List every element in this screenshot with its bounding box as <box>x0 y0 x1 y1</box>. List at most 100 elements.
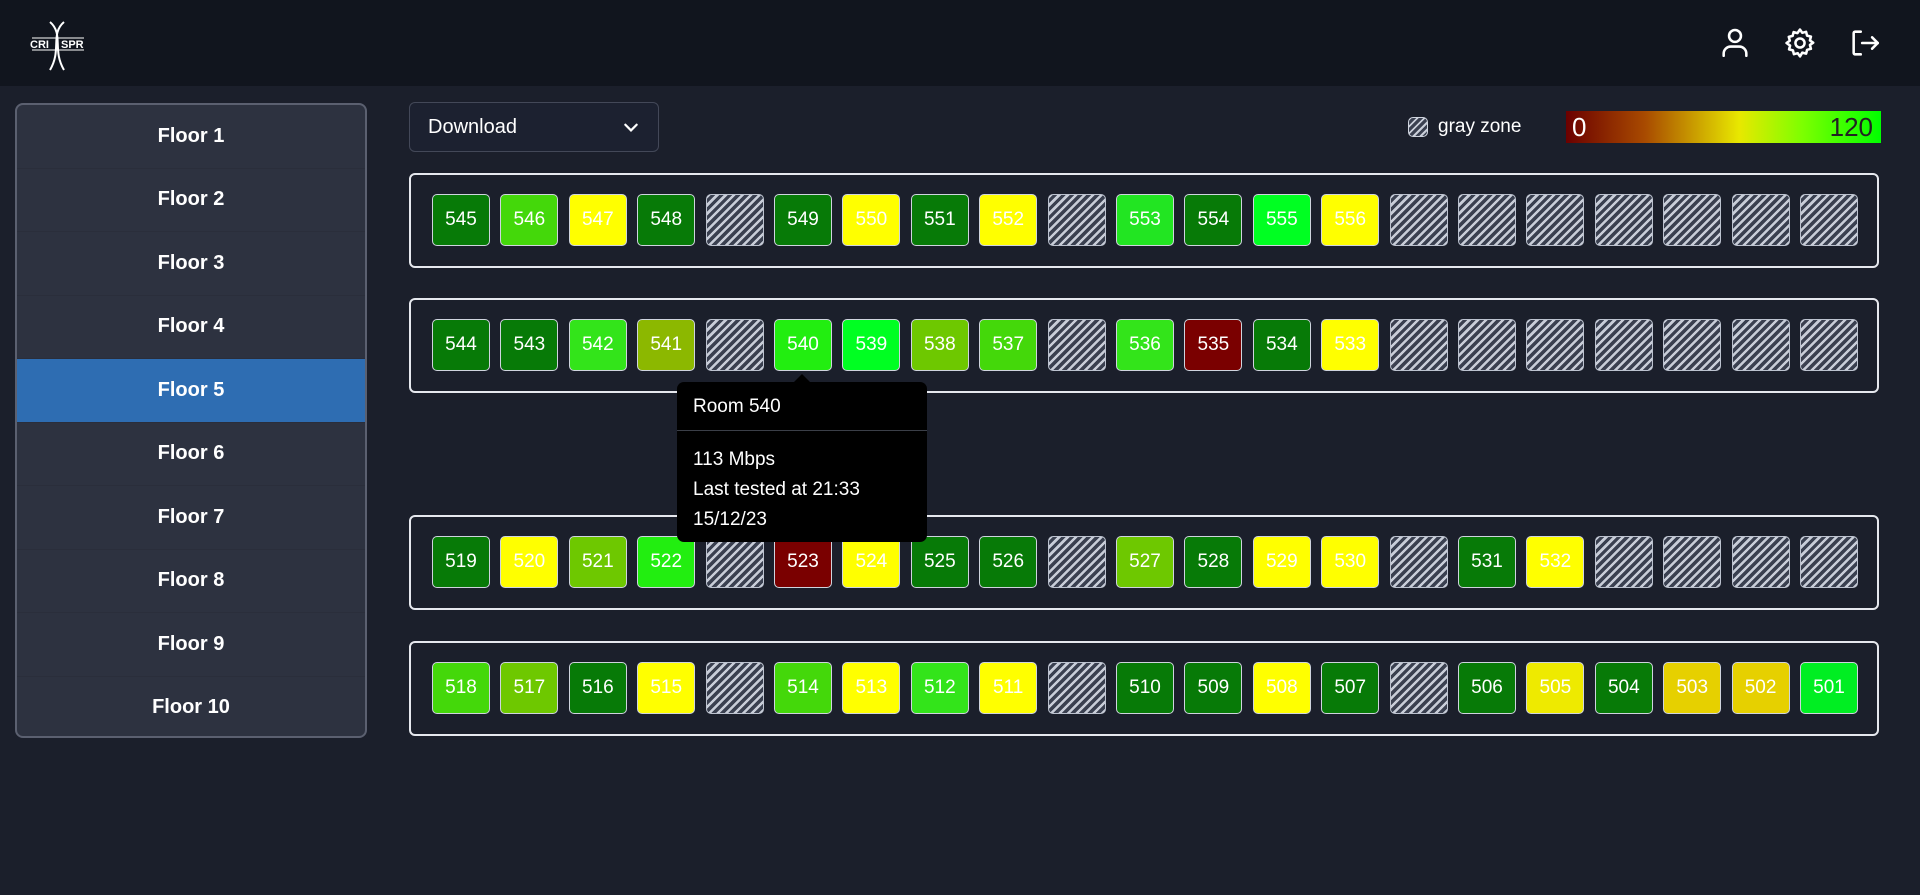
gray-zone-cell[interactable] <box>1047 194 1106 246</box>
room-510[interactable]: 510 <box>1116 662 1174 714</box>
sidebar-item-floor-4[interactable]: Floor 4 <box>17 296 365 359</box>
room-553[interactable]: 553 <box>1116 194 1174 246</box>
gray-zone-cell[interactable] <box>1800 194 1858 246</box>
gray-zone-cell[interactable] <box>1663 319 1722 371</box>
gray-zone-cell[interactable] <box>1663 194 1722 246</box>
gray-zone-cell[interactable] <box>1800 319 1858 371</box>
room-512[interactable]: 512 <box>910 662 969 714</box>
gray-zone-cell[interactable] <box>1526 194 1585 246</box>
room-528[interactable]: 528 <box>1184 536 1243 588</box>
room-505[interactable]: 505 <box>1526 662 1585 714</box>
room-508[interactable]: 508 <box>1252 662 1311 714</box>
sidebar-item-floor-7[interactable]: Floor 7 <box>17 486 365 550</box>
metric-dropdown[interactable]: Download <box>409 102 659 152</box>
room-507[interactable]: 507 <box>1321 662 1380 714</box>
room-531[interactable]: 531 <box>1458 536 1516 588</box>
room-545[interactable]: 545 <box>432 194 490 246</box>
user-icon[interactable] <box>1718 26 1752 60</box>
gray-zone-cell[interactable] <box>1594 536 1653 588</box>
room-534[interactable]: 534 <box>1252 319 1311 371</box>
gray-zone-swatch <box>1408 117 1428 137</box>
room-544[interactable]: 544 <box>432 319 490 371</box>
room-533[interactable]: 533 <box>1321 319 1380 371</box>
room-530[interactable]: 530 <box>1321 536 1380 588</box>
sidebar-item-floor-10[interactable]: Floor 10 <box>17 677 365 737</box>
room-517[interactable]: 517 <box>500 662 559 714</box>
gear-icon[interactable] <box>1783 26 1817 60</box>
room-552[interactable]: 552 <box>979 194 1038 246</box>
room-555[interactable]: 555 <box>1252 194 1311 246</box>
room-551[interactable]: 551 <box>910 194 969 246</box>
svg-text:SPR: SPR <box>61 39 84 51</box>
room-row: 544 543 542 541 540 539 538 537 536 535 534 533 <box>409 298 1879 393</box>
gray-zone-cell[interactable] <box>705 194 764 246</box>
room-532[interactable]: 532 <box>1526 536 1585 588</box>
room-535[interactable]: 535 <box>1184 319 1243 371</box>
room-515[interactable]: 515 <box>637 662 696 714</box>
gray-zone-cell[interactable] <box>1047 536 1106 588</box>
room-504[interactable]: 504 <box>1594 662 1653 714</box>
gray-zone-cell[interactable] <box>1594 319 1653 371</box>
room-546[interactable]: 546 <box>500 194 559 246</box>
gray-zone-cell[interactable] <box>1389 194 1448 246</box>
gray-zone-cell[interactable] <box>1731 536 1790 588</box>
gray-zone-cell[interactable] <box>1047 319 1106 371</box>
gray-zone-cell[interactable] <box>1526 319 1585 371</box>
gray-zone-cell[interactable] <box>1731 194 1790 246</box>
room-529[interactable]: 529 <box>1252 536 1311 588</box>
room-542[interactable]: 542 <box>568 319 627 371</box>
gray-zone-cell[interactable] <box>1594 194 1653 246</box>
room-518[interactable]: 518 <box>432 662 490 714</box>
gray-zone-cell[interactable] <box>1458 194 1516 246</box>
room-543[interactable]: 543 <box>500 319 559 371</box>
room-548[interactable]: 548 <box>637 194 696 246</box>
gray-zone-cell[interactable] <box>705 662 764 714</box>
room-540[interactable]: 540 <box>774 319 832 371</box>
sidebar-item-floor-1[interactable]: Floor 1 <box>17 105 365 169</box>
room-550[interactable]: 550 <box>842 194 901 246</box>
gray-zone-cell[interactable] <box>1663 536 1722 588</box>
room-513[interactable]: 513 <box>842 662 901 714</box>
chevron-down-icon <box>624 123 638 132</box>
sidebar-item-floor-5[interactable]: Floor 5 <box>17 359 365 423</box>
gray-zone-cell[interactable] <box>705 319 764 371</box>
gray-zone-cell[interactable] <box>1731 319 1790 371</box>
sidebar-item-floor-8[interactable]: Floor 8 <box>17 550 365 613</box>
gray-zone-cell[interactable] <box>1458 319 1516 371</box>
room-541[interactable]: 541 <box>637 319 696 371</box>
room-527[interactable]: 527 <box>1116 536 1174 588</box>
room-549[interactable]: 549 <box>774 194 832 246</box>
room-539[interactable]: 539 <box>842 319 901 371</box>
room-536[interactable]: 536 <box>1116 319 1174 371</box>
room-511[interactable]: 511 <box>979 662 1038 714</box>
room-503[interactable]: 503 <box>1663 662 1722 714</box>
room-526[interactable]: 526 <box>979 536 1038 588</box>
room-501[interactable]: 501 <box>1800 662 1858 714</box>
room-516[interactable]: 516 <box>568 662 627 714</box>
room-514[interactable]: 514 <box>774 662 832 714</box>
room-502[interactable]: 502 <box>1731 662 1790 714</box>
gray-zone-cell[interactable] <box>1389 662 1448 714</box>
sidebar-item-floor-9[interactable]: Floor 9 <box>17 613 365 677</box>
tooltip-title: Room 540 <box>677 382 927 431</box>
room-519[interactable]: 519 <box>432 536 490 588</box>
room-538[interactable]: 538 <box>910 319 969 371</box>
room-521[interactable]: 521 <box>568 536 627 588</box>
logout-icon[interactable] <box>1848 26 1882 60</box>
room-509[interactable]: 509 <box>1184 662 1243 714</box>
gray-zone-cell[interactable] <box>1389 536 1448 588</box>
tooltip-arrow <box>794 374 810 382</box>
gray-zone-cell[interactable] <box>1389 319 1448 371</box>
app-logo[interactable]: CRI SPR <box>28 20 88 74</box>
gray-zone-cell[interactable] <box>1800 536 1858 588</box>
gray-zone-cell[interactable] <box>1047 662 1106 714</box>
room-537[interactable]: 537 <box>979 319 1038 371</box>
room-547[interactable]: 547 <box>568 194 627 246</box>
room-506[interactable]: 506 <box>1458 662 1516 714</box>
room-520[interactable]: 520 <box>500 536 559 588</box>
room-554[interactable]: 554 <box>1184 194 1243 246</box>
sidebar-item-floor-3[interactable]: Floor 3 <box>17 232 365 296</box>
sidebar-item-floor-6[interactable]: Floor 6 <box>17 423 365 486</box>
room-556[interactable]: 556 <box>1321 194 1380 246</box>
sidebar-item-floor-2[interactable]: Floor 2 <box>17 169 365 232</box>
